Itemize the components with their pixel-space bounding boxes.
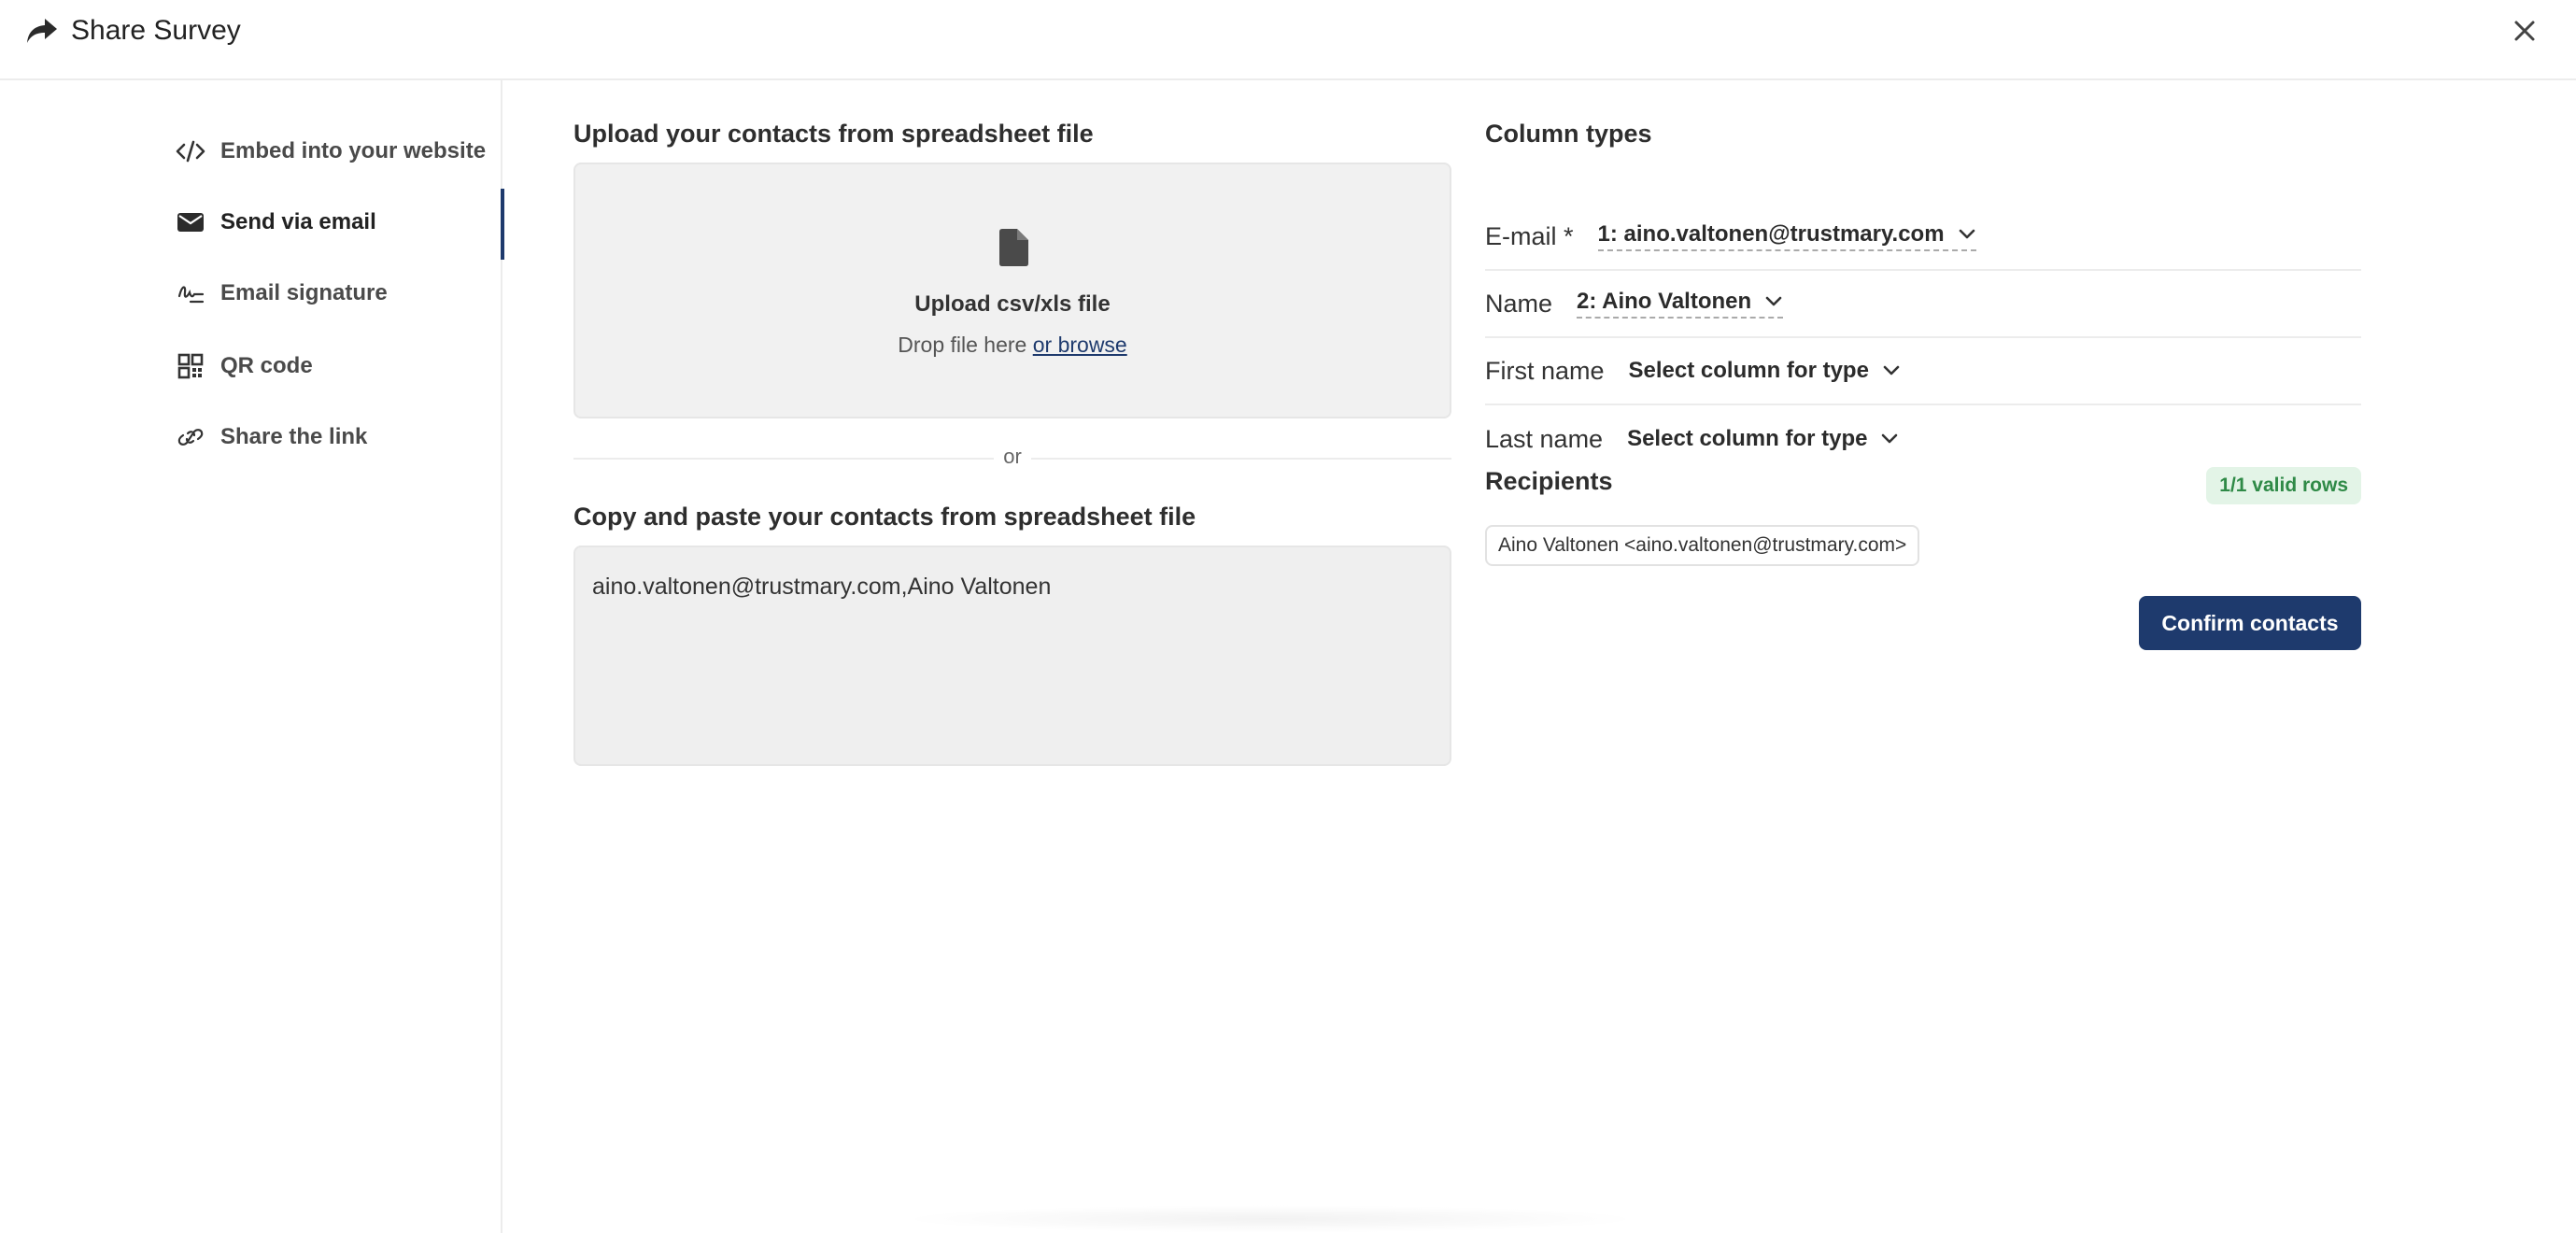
sidebar-item-label: Share the link <box>220 424 368 449</box>
sidebar-item-email-signature[interactable]: Email signature <box>176 267 502 319</box>
column-type-label: Name <box>1485 289 1553 318</box>
last-name-column-select[interactable]: Select column for type <box>1627 426 1899 452</box>
name-column-select[interactable]: 2: Aino Valtonen <box>1577 289 1784 319</box>
column-types-title: Column types <box>1485 120 1652 148</box>
column-select-value: 2: Aino Valtonen <box>1577 289 1752 314</box>
paste-contacts-textarea[interactable] <box>573 546 1451 766</box>
sidebar-item-label: QR code <box>220 353 313 378</box>
or-label: or <box>994 445 1031 469</box>
chevron-down-icon <box>1883 365 1900 376</box>
bottom-shadow <box>897 1205 1644 1233</box>
share-arrow-icon <box>27 19 57 43</box>
modal-title: Share Survey <box>71 15 241 46</box>
recipient-chip: Aino Valtonen <aino.valtonen@trustmary.c… <box>1485 525 1920 566</box>
signature-icon <box>176 278 205 308</box>
sidebar-item-label: Send via email <box>220 209 376 234</box>
link-icon <box>176 422 205 452</box>
sidebar-item-label: Email signature <box>220 280 388 305</box>
chevron-down-icon <box>1882 433 1898 444</box>
column-type-row-first-name: First name Select column for type <box>1485 338 2361 405</box>
upload-box-title: Upload csv/xls file <box>914 291 1111 317</box>
confirm-contacts-button[interactable]: Confirm contacts <box>2139 596 2361 650</box>
sidebar-item-send-email[interactable]: Send via email <box>176 189 504 260</box>
column-type-label: E-mail * <box>1485 221 1574 250</box>
first-name-column-select[interactable]: Select column for type <box>1629 358 1901 384</box>
recipients-title: Recipients <box>1485 467 1613 495</box>
file-drop-zone[interactable]: Upload csv/xls file Drop file here or br… <box>573 163 1451 418</box>
chevron-down-icon <box>1765 296 1782 306</box>
sidebar-item-share-link[interactable]: Share the link <box>176 411 502 463</box>
upload-drop-text: Drop file here or browse <box>575 333 1450 358</box>
sidebar-item-qr-code[interactable]: QR code <box>176 340 502 392</box>
code-icon <box>176 136 205 166</box>
file-icon <box>999 229 1028 266</box>
column-select-value: Select column for type <box>1628 358 1869 383</box>
column-type-row-last-name: Last name Select column for type <box>1485 405 2361 473</box>
chevron-down-icon <box>1959 229 1974 239</box>
column-type-row-email: E-mail * 1: aino.valtonen@trustmary.com <box>1485 204 2361 271</box>
column-select-value: Select column for type <box>1627 426 1868 451</box>
sidebar-item-label: Embed into your website <box>220 138 487 163</box>
browse-link[interactable]: or browse <box>1033 333 1127 357</box>
column-type-label: Last name <box>1485 424 1604 453</box>
qr-code-icon <box>176 351 205 381</box>
drop-file-text: Drop file here <box>898 333 1033 357</box>
email-column-select[interactable]: 1: aino.valtonen@trustmary.com <box>1597 221 1976 251</box>
column-type-label: First name <box>1485 356 1605 385</box>
envelope-icon <box>176 207 205 237</box>
column-type-row-name: Name 2: Aino Valtonen <box>1485 271 2361 338</box>
valid-rows-badge: 1/1 valid rows <box>2206 467 2361 504</box>
column-select-value: 1: aino.valtonen@trustmary.com <box>1597 221 1945 247</box>
paste-section-title: Copy and paste your contacts from spread… <box>573 503 1196 531</box>
share-sidebar: Embed into your website Send via email E… <box>0 80 504 1233</box>
upload-section-title: Upload your contacts from spreadsheet fi… <box>573 120 1094 148</box>
sidebar-item-embed[interactable]: Embed into your website <box>176 125 502 177</box>
modal-header: Share Survey <box>0 0 2576 80</box>
close-icon[interactable] <box>2509 15 2541 47</box>
